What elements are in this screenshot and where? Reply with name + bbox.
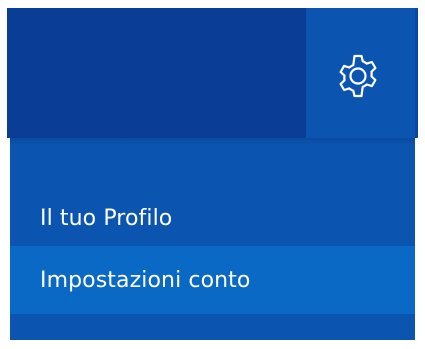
menu-item-label: Impostazioni conto <box>40 267 251 293</box>
header-panel <box>7 8 306 138</box>
menu-item-label: Il tuo Profilo <box>40 205 173 231</box>
gear-icon <box>334 52 382 100</box>
account-dropdown-menu: Il tuo Profilo Impostazioni conto <box>10 138 415 340</box>
settings-button[interactable] <box>328 48 388 104</box>
header-divider <box>415 8 418 138</box>
menu-item-account-settings[interactable]: Impostazioni conto <box>10 246 415 314</box>
dropdown-footer-space <box>10 314 415 340</box>
menu-item-profile[interactable]: Il tuo Profilo <box>10 190 415 246</box>
dropdown-shadow <box>10 138 415 146</box>
account-menu-screen: Il tuo Profilo Impostazioni conto <box>0 0 425 349</box>
